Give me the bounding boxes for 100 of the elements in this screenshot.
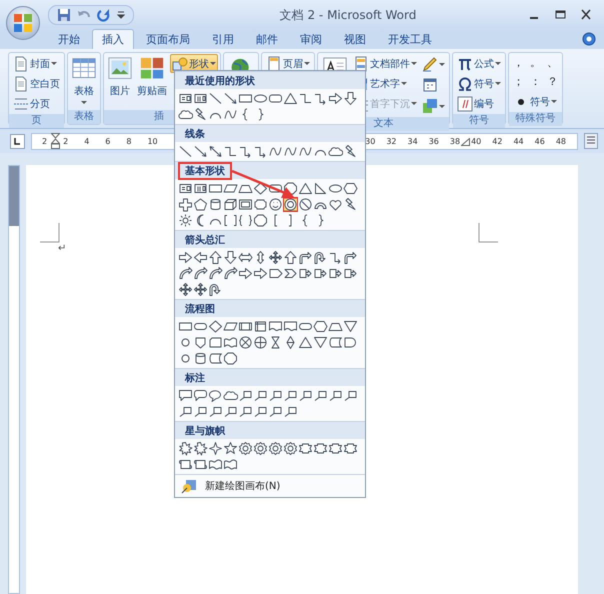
shape-option-icon[interactable] (208, 91, 223, 106)
ribbon-tab[interactable]: 开始 (48, 29, 90, 49)
shape-option-icon[interactable] (328, 91, 343, 106)
shape-option-icon[interactable] (253, 404, 268, 419)
symbol-button[interactable]: ： (528, 73, 543, 91)
shape-option-icon[interactable] (193, 335, 208, 350)
shape-option-icon[interactable] (223, 91, 238, 106)
indent-marker-icon[interactable] (50, 133, 60, 149)
shape-option-icon[interactable] (208, 457, 223, 472)
shape-option-icon[interactable] (223, 457, 238, 472)
shape-option-icon[interactable] (328, 441, 343, 456)
symbol-button[interactable]: ， (511, 54, 526, 72)
shape-option-icon[interactable] (283, 441, 298, 456)
shape-option-icon[interactable] (343, 388, 358, 403)
shape-option-icon[interactable] (178, 144, 193, 159)
shape-option-icon[interactable] (223, 441, 238, 456)
shape-option-icon[interactable] (178, 388, 193, 403)
shape-option-icon[interactable] (193, 388, 208, 403)
shape-option-icon[interactable] (193, 441, 208, 456)
shape-option-icon[interactable] (208, 335, 223, 350)
ribbon-button[interactable]: 封面 (11, 54, 62, 73)
shape-option-icon[interactable] (268, 250, 283, 265)
shape-option-icon[interactable] (328, 250, 343, 265)
shape-option-icon[interactable] (253, 197, 268, 212)
shape-option-icon[interactable] (178, 457, 193, 472)
ribbon-button[interactable]: 公式 (455, 54, 503, 73)
shape-option-icon[interactable] (193, 197, 208, 212)
shape-option-icon[interactable] (298, 388, 313, 403)
shape-option-icon[interactable] (178, 404, 193, 419)
shape-option-icon[interactable] (178, 282, 193, 297)
shape-option-icon[interactable] (253, 319, 268, 334)
shape-option-icon[interactable] (253, 388, 268, 403)
shape-option-icon[interactable] (313, 181, 328, 196)
help-icon[interactable] (582, 32, 596, 46)
shape-option-icon[interactable] (208, 388, 223, 403)
shape-option-icon[interactable] (253, 213, 268, 228)
shape-option-icon[interactable] (283, 197, 298, 212)
shape-option-icon[interactable] (208, 441, 223, 456)
shape-option-icon[interactable] (343, 250, 358, 265)
shape-option-icon[interactable] (298, 91, 313, 106)
shape-option-icon[interactable] (223, 351, 238, 366)
shape-option-icon[interactable] (193, 266, 208, 281)
shape-option-icon[interactable] (253, 441, 268, 456)
shape-option-icon[interactable] (178, 266, 193, 281)
ribbon-tab[interactable]: 引用 (202, 29, 244, 49)
shape-option-icon[interactable] (208, 144, 223, 159)
shape-option-icon[interactable] (178, 441, 193, 456)
shape-option-icon[interactable] (238, 404, 253, 419)
shape-option-icon[interactable] (283, 388, 298, 403)
shape-option-icon[interactable] (268, 197, 283, 212)
ribbon-button[interactable]: 符号 (455, 74, 503, 93)
shape-option-icon[interactable] (343, 441, 358, 456)
shape-option-icon[interactable] (328, 197, 343, 212)
shape-option-icon[interactable] (343, 266, 358, 281)
shape-option-icon[interactable] (343, 91, 358, 106)
ribbon-button[interactable]: 符号 (511, 92, 560, 111)
shape-option-icon[interactable] (298, 250, 313, 265)
tab-stop-icon[interactable] (10, 134, 25, 148)
shape-option-icon[interactable] (193, 144, 208, 159)
shape-option-icon[interactable] (268, 388, 283, 403)
ribbon-button[interactable]: 编号 (455, 94, 503, 113)
shape-option-icon[interactable] (328, 388, 343, 403)
shape-option-icon[interactable] (238, 266, 253, 281)
shape-option-icon[interactable] (193, 181, 208, 196)
shape-option-icon[interactable] (223, 404, 238, 419)
shape-option-icon[interactable] (178, 91, 193, 106)
shape-option-icon[interactable] (193, 457, 208, 472)
ribbon-button[interactable]: 图片 (106, 54, 134, 101)
view-ruler-icon[interactable] (584, 133, 598, 149)
ribbon-tab[interactable]: 视图 (334, 29, 376, 49)
shape-option-icon[interactable] (178, 213, 193, 228)
ribbon-tab[interactable]: 页面布局 (136, 29, 200, 49)
shape-option-icon[interactable] (208, 197, 223, 212)
ribbon-button[interactable]: 分页 (11, 94, 62, 113)
shape-option-icon[interactable] (298, 441, 313, 456)
shape-option-icon[interactable] (283, 319, 298, 334)
shape-option-icon[interactable] (253, 266, 268, 281)
shape-option-icon[interactable] (268, 441, 283, 456)
symbol-button[interactable]: ？ (545, 73, 560, 91)
symbol-button[interactable]: ； (511, 73, 526, 91)
ribbon-button[interactable]: 剪贴画 (135, 54, 169, 101)
shape-option-icon[interactable] (178, 197, 193, 212)
shape-option-icon[interactable] (343, 144, 358, 159)
shape-option-icon[interactable] (313, 441, 328, 456)
symbol-button[interactable]: 。 (528, 54, 543, 72)
shape-option-icon[interactable] (223, 213, 238, 228)
shape-option-icon[interactable] (223, 197, 238, 212)
shape-option-icon[interactable] (298, 197, 313, 212)
shape-option-icon[interactable] (193, 91, 208, 106)
shape-option-icon[interactable] (253, 335, 268, 350)
shape-option-icon[interactable] (343, 181, 358, 196)
shape-option-icon[interactable] (313, 388, 328, 403)
shape-option-icon[interactable] (223, 250, 238, 265)
save-icon[interactable] (57, 8, 71, 22)
shape-option-icon[interactable] (328, 335, 343, 350)
ribbon-button[interactable]: 表格 (70, 54, 98, 107)
shape-option-icon[interactable] (178, 181, 193, 196)
shape-option-icon[interactable] (238, 388, 253, 403)
shape-option-icon[interactable] (193, 250, 208, 265)
shape-option-icon[interactable] (208, 250, 223, 265)
